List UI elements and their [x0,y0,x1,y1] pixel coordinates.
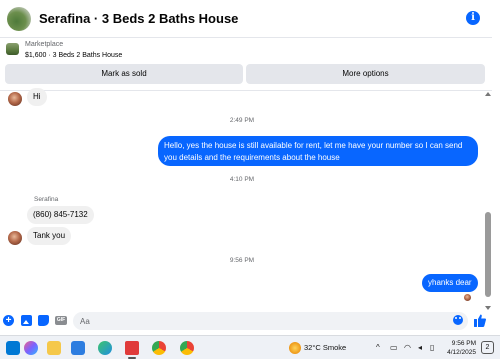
message-scrollbar[interactable] [484,92,492,310]
chrome-icon[interactable] [152,341,166,355]
sender-avatar[interactable] [8,92,22,106]
chrome-profile-icon[interactable] [180,341,194,355]
message-input[interactable] [73,312,468,330]
info-icon[interactable]: i [466,11,480,25]
notification-badge[interactable]: 2 [481,341,494,354]
sender-avatar[interactable] [8,231,22,245]
file-explorer-icon[interactable] [47,341,61,355]
thumbs-up-icon[interactable] [474,314,486,327]
incoming-message[interactable]: Hi [27,88,47,106]
marketplace-banner: Marketplace $1,600 · 3 Beds 2 Baths Hous… [0,39,492,91]
gif-icon[interactable]: GIF [55,316,67,325]
battery-icon[interactable]: ▯ [430,343,434,352]
scroll-thumb[interactable] [485,212,491,297]
marketplace-label: Marketplace [25,41,64,48]
emoji-icon[interactable] [453,315,463,325]
copilot-icon[interactable] [24,341,38,355]
weather-text[interactable]: 32°C Smoke [304,343,346,352]
clock-time: 9:56 PM [451,340,476,347]
windows-start-icon[interactable] [6,341,20,355]
scroll-down-arrow-icon[interactable] [485,306,491,310]
speaker-icon[interactable]: ◂ [418,343,422,352]
timestamp: 4:10 PM [229,176,255,183]
edge-browser-icon[interactable] [98,341,112,355]
outgoing-message[interactable]: yhanks dear [422,274,478,292]
read-receipt-avatar [464,294,471,301]
message-composer: + GIF [0,311,492,331]
app-icon[interactable] [125,341,139,355]
more-options-button[interactable]: More options [246,64,485,84]
scroll-up-arrow-icon[interactable] [485,92,491,96]
sticker-icon[interactable] [38,315,49,326]
mark-as-sold-button[interactable]: Mark as sold [5,64,243,84]
photo-icon[interactable] [21,315,32,326]
conversation-header: Serafina · 3 Beds 2 Baths House i [0,0,492,38]
contact-avatar[interactable] [7,6,31,31]
listing-summary[interactable]: $1,600 · 3 Beds 2 Baths House [25,52,122,59]
language-icon[interactable]: ▭ [390,343,398,352]
incoming-message[interactable]: (860) 845-7132 [27,206,94,224]
conversation-title[interactable]: Serafina · 3 Beds 2 Baths House [39,11,238,26]
taskbar-clock[interactable]: 9:56 PM 4/12/2025 [440,339,476,357]
wifi-icon[interactable]: ◠ [404,343,411,352]
microsoft-store-icon[interactable] [71,341,85,355]
timestamp: 9:56 PM [229,257,255,264]
messenger-window: Serafina · 3 Beds 2 Baths House i Market… [0,0,500,359]
clock-date: 4/12/2025 [447,349,476,356]
plus-icon[interactable]: + [3,315,14,326]
incoming-message[interactable]: Tank you [27,227,72,245]
sender-name: Serafina [34,196,59,203]
outgoing-message[interactable]: Hello, yes the house is still available … [158,136,478,166]
windows-taskbar: 32°C Smoke ^ ▭ ◠ ◂ ▯ 9:56 PM 4/12/2025 2 [0,335,500,359]
weather-icon[interactable] [289,342,301,354]
tray-chevron-icon[interactable]: ^ [376,343,380,352]
timestamp: 2:49 PM [229,117,255,124]
listing-thumbnail[interactable] [6,43,19,55]
